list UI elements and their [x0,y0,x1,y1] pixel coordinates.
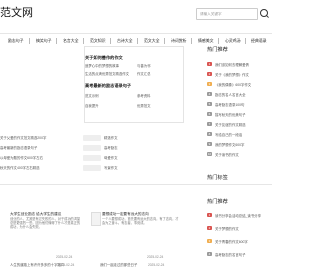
article-desc: 一个人要想成功，首先要有远大的志向，有了志向，才会为之奋斗。有志者，事竟成。 [102,217,179,226]
sidebar2-item-label[interactable]: 关于青春的作文600字 [215,239,248,244]
nav-item[interactable]: 情感美文 [198,38,214,44]
bottom-list: 人生的道路上有许许多多的十字路口 2025-02-24 我们一起走过的那些日子 … [10,263,190,273]
rank-badge: 2 [207,72,212,76]
sidebar2-item-label[interactable]: 高考励志的名言句子 [215,252,246,257]
sidebar-item-label[interactable]: 《我的偶像》600字作文 [215,82,251,87]
nav-separator [164,38,165,44]
rank-badge: 1 [207,62,212,66]
left-list: 关于父爱的作文范文精选200字 精选作文 高考最新的励志语录句子 高考励志 以母… [0,135,180,176]
list-item[interactable]: 高考最新的励志语录句子 [0,146,37,150]
list-tag-label[interactable]: 母爱作文 [104,156,118,160]
search-placeholder: 请输入关键字 [200,12,222,16]
site-logo[interactable]: 范文网 [0,4,33,20]
sidebar-item-label[interactable]: 描写秋天的优美句子 [215,112,246,117]
list-tag[interactable] [83,135,101,141]
rank-badge: 5 [207,102,212,106]
featured-link[interactable]: 追梦心中的梦想的故事 [85,64,119,68]
article-thumbnail[interactable] [91,212,101,226]
nav-item[interactable]: 范文大全 [144,38,160,44]
rank-badge: 9 [207,142,212,146]
nav-separator [218,38,219,44]
featured-panel: 关于如何善作的作文 追梦心中的梦想的故事 与善为邻 生活的点滴优秀范文精选作文 … [84,46,184,123]
article-card[interactable]: 大学生创业励志 给大学生的建议 创业的人，尤其是有过失败的人，对于成功的渴望总是… [10,212,85,259]
featured-link[interactable]: 范文示例 [85,94,99,98]
rank-badge: 3 [207,82,212,86]
rank-badge: 1 [207,213,212,217]
nav-separator [137,38,138,44]
sidebar-title-2: 热门标签 [207,175,228,181]
list-tag-label[interactable]: 写景作文 [104,166,118,170]
article-card[interactable]: 要想成功一定要有远大的志向 一个人要想成功，首先要有远大的志向，有了志向，才会为… [102,212,182,259]
sidebar-item-label[interactable]: 我的梦想作文600字 [215,142,244,147]
list-item[interactable]: 以母爱为题的作文600字左右 [0,156,43,160]
nav-separator [191,38,192,44]
list-tag[interactable] [83,165,101,171]
list-tag[interactable] [83,145,101,151]
rank-badge: 4 [207,252,212,256]
sidebar-item-label[interactable]: 我们该如何去理解爱情 [215,62,249,67]
search-input[interactable]: 请输入关键字 [196,8,258,20]
nav-separator [56,38,57,44]
nav-separator [83,38,84,44]
sidebar-item-label[interactable]: 关于友谊的作文精选 [215,122,246,127]
rank-badge: 8 [207,132,212,136]
list-tag-label[interactable]: 精选作文 [104,136,118,140]
nav-separator [245,38,246,44]
nav-item[interactable]: 心灵鸡汤 [225,38,241,44]
sidebar2-item-label[interactable]: 读书分享会活动总结_读书分享 [215,213,261,218]
nav-item[interactable]: 古诗大全 [117,38,133,44]
sidebar2-title: 热门推荐 [207,199,228,205]
featured-heading-2[interactable]: 高考最新的励志语录句子 [85,83,131,89]
featured-link[interactable]: 优秀范文 [137,104,151,108]
list-date: 2025-02-24 [148,263,165,267]
nav-separator [29,38,30,44]
sidebar-item-label[interactable]: 写给自己的一段话 [215,132,242,137]
sidebar-item-label[interactable]: 高考励志语录100句 [215,102,244,107]
featured-link[interactable]: 自我提升 [85,104,99,108]
list-item[interactable]: 关于父爱的作文范文精选200字 [0,136,46,140]
rank-badge: 6 [207,112,212,116]
nav-separator [110,38,111,44]
section-divider [0,184,272,185]
header-divider [0,33,272,34]
sidebar-item-label[interactable]: 关于读书的作文 [215,152,239,157]
featured-link[interactable]: 参考资料 [137,94,151,98]
sidebar-item-label[interactable]: 关于《我的梦想》作文 [215,72,249,77]
list-date: 2025-02-24 [58,263,75,267]
list-tag-label[interactable]: 高考励志 [104,146,118,150]
nav-item[interactable]: 搞笑句子 [36,38,52,44]
list-tag[interactable] [83,155,101,161]
featured-link[interactable]: 作文汇总 [137,72,151,76]
article-date: 2025-02-24 [147,255,164,259]
sidebar-title: 热门推荐 [207,47,228,53]
nav-item[interactable]: 经典语录 [251,38,267,44]
list-item[interactable]: 我们一起走过的那些日子 [100,263,137,267]
nav-item[interactable]: 范文知识 [90,38,106,44]
nav-item[interactable]: 名言大全 [63,38,79,44]
rank-badge: 2 [207,226,212,230]
featured-link[interactable]: 生活的点滴优秀范文精选作文 [85,72,129,76]
rank-badge: 4 [207,92,212,96]
article-date: 2025-02-24 [56,255,73,259]
list-item[interactable]: 秋天的作文400字左右精选 [0,166,40,170]
featured-link[interactable]: 与善为邻 [137,64,151,68]
sidebar2-item-label[interactable]: 关于梦想的作文 [215,226,239,231]
nav-item[interactable]: 励志句子 [8,38,24,44]
rank-badge: 7 [207,122,212,126]
nav-item[interactable]: 诗词赏析 [171,38,187,44]
search-icon[interactable] [260,9,268,17]
rank-badge: 3 [207,239,212,243]
sidebar-item-label[interactable]: 励志的名人名言大全 [215,92,246,97]
featured-heading[interactable]: 关于如何善作的作文 [85,55,123,61]
article-desc: 创业的人，尤其是有过失败的人，对于成功的渴望总是更强烈一些。因为他们懂得了什么才… [10,217,81,230]
rank-badge: 10 [207,152,212,156]
list-item[interactable]: 人生的道路上有许许多多的十字路口 [10,263,64,267]
